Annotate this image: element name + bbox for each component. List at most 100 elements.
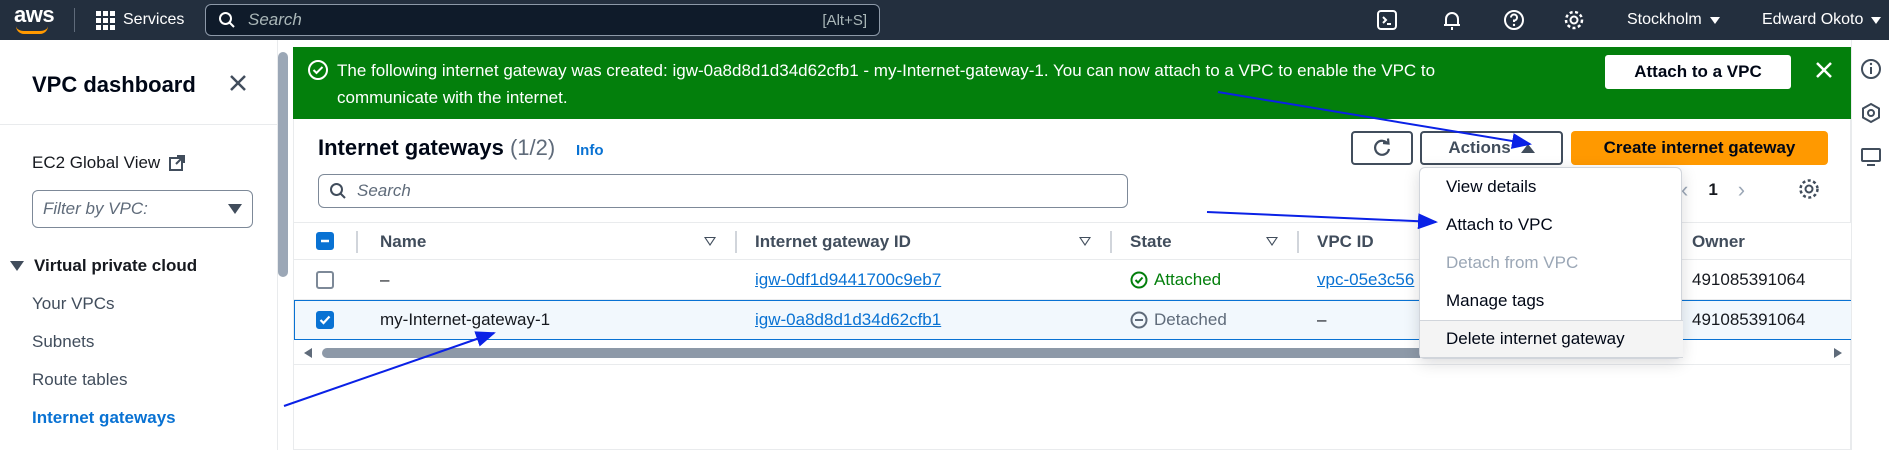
cell-name: – xyxy=(380,270,390,289)
actions-dropdown-button[interactable]: Actions xyxy=(1420,131,1563,165)
success-flash-banner: The following internet gateway was creat… xyxy=(293,47,1851,119)
cell-state: Detached xyxy=(1130,300,1227,340)
settings-gear-icon[interactable] xyxy=(1562,8,1586,32)
table-search-placeholder: Search xyxy=(357,181,411,200)
sidebar: VPC dashboard EC2 Global View Filter by … xyxy=(0,40,278,450)
vpc-filter-select[interactable]: Filter by VPC: xyxy=(32,190,253,228)
column-divider xyxy=(735,231,737,253)
table-search-input[interactable]: Search xyxy=(318,174,1128,208)
close-icon[interactable] xyxy=(225,70,251,96)
divider xyxy=(0,124,278,125)
account-menu[interactable]: Edward Okoto xyxy=(1762,0,1882,40)
info-link[interactable]: Info xyxy=(576,142,604,159)
cloudshell-icon[interactable] xyxy=(1375,8,1399,32)
sidebar-section-virtual-private-cloud[interactable]: Virtual private cloud xyxy=(10,256,197,276)
menu-item-detach-from-vpc: Detach from VPC xyxy=(1446,253,1579,272)
state-label: Detached xyxy=(1154,310,1227,329)
cell-owner: 491085391064 xyxy=(1692,270,1806,289)
user-name: Edward Okoto xyxy=(1762,11,1864,28)
sort-icon[interactable] xyxy=(704,237,716,246)
aws-logo-smile xyxy=(16,26,48,34)
caret-down-icon xyxy=(228,204,242,214)
vpc-id-link[interactable]: vpc-05e3c56 xyxy=(1317,260,1414,300)
select-all-checkbox[interactable] xyxy=(316,232,334,250)
selection-count: (1/2) xyxy=(509,135,556,160)
attach-to-vpc-button[interactable]: Attach to a VPC xyxy=(1605,55,1791,89)
divider xyxy=(74,8,75,32)
column-divider xyxy=(1297,231,1299,253)
chevron-down-icon xyxy=(1709,16,1720,24)
pagination: ‹ 1 › xyxy=(1681,177,1745,203)
gateway-id-link[interactable]: igw-0df1d9441700c9eb7 xyxy=(755,260,941,300)
hexagon-icon[interactable] xyxy=(1860,102,1882,124)
top-navigation-bar: aws Services Search [Alt+S] Stockholm Ed… xyxy=(0,0,1889,40)
sidebar-item-route-tables[interactable]: Route tables xyxy=(32,370,127,390)
chevron-down-icon xyxy=(1871,16,1882,24)
caret-up-icon xyxy=(1520,143,1535,153)
row-checkbox[interactable] xyxy=(316,311,334,329)
sidebar-title[interactable]: VPC dashboard xyxy=(32,72,196,98)
success-check-icon xyxy=(308,60,328,80)
actions-label: Actions xyxy=(1448,138,1511,157)
aws-logo[interactable]: aws xyxy=(14,2,55,28)
cell-vpc-id: – xyxy=(1317,310,1327,329)
global-search-input[interactable]: Search [Alt+S] xyxy=(205,4,880,36)
services-label: Services xyxy=(123,11,185,28)
column-header-state[interactable]: State xyxy=(1130,223,1172,261)
table-preferences-gear-icon[interactable] xyxy=(1797,177,1821,201)
scrollbar-thumb[interactable] xyxy=(322,348,1474,358)
flash-message: The following internet gateway was creat… xyxy=(337,61,1436,107)
refresh-icon xyxy=(1374,138,1391,156)
column-header-name[interactable]: Name xyxy=(380,223,426,261)
column-header-vpc-id[interactable]: VPC ID xyxy=(1317,223,1374,261)
info-panel-icon[interactable] xyxy=(1860,58,1882,80)
help-icon[interactable] xyxy=(1502,8,1526,32)
scroll-left-icon[interactable] xyxy=(302,347,314,359)
actions-dropdown-menu: View details Attach to VPC Detach from V… xyxy=(1419,167,1683,359)
current-page[interactable]: 1 xyxy=(1708,180,1717,200)
page-title-text: Internet gateways xyxy=(318,135,504,160)
menu-item-manage-tags[interactable]: Manage tags xyxy=(1420,282,1683,320)
search-icon xyxy=(219,12,235,28)
dismiss-flash-close-icon[interactable] xyxy=(1811,57,1837,83)
scroll-right-icon[interactable] xyxy=(1832,347,1844,359)
menu-item-delete-internet-gateway[interactable]: Delete internet gateway xyxy=(1420,320,1683,358)
right-utility-rail xyxy=(1851,40,1889,450)
sidebar-scrollbar[interactable] xyxy=(278,52,288,277)
row-checkbox[interactable] xyxy=(316,271,334,289)
column-divider xyxy=(1110,231,1112,253)
search-placeholder: Search xyxy=(248,10,302,29)
sidebar-item-subnets[interactable]: Subnets xyxy=(32,332,94,352)
vpc-filter-placeholder: Filter by VPC: xyxy=(43,199,148,218)
menu-item-attach-to-vpc[interactable]: Attach to VPC xyxy=(1420,206,1683,244)
monitor-icon[interactable] xyxy=(1860,146,1882,168)
attached-check-circle-icon xyxy=(1130,271,1148,289)
column-header-internet-gateway-id[interactable]: Internet gateway ID xyxy=(755,223,911,261)
sidebar-section-label: Virtual private cloud xyxy=(34,256,198,275)
column-header-owner[interactable]: Owner xyxy=(1692,223,1745,261)
sidebar-item-your-vpcs[interactable]: Your VPCs xyxy=(32,294,115,314)
sidebar-item-internet-gateways[interactable]: Internet gateways xyxy=(32,408,176,428)
column-divider xyxy=(356,231,358,253)
refresh-button[interactable] xyxy=(1351,131,1413,165)
sidebar-item-label: EC2 Global View xyxy=(32,153,161,172)
state-label: Attached xyxy=(1154,270,1222,289)
region-selector[interactable]: Stockholm xyxy=(1627,0,1720,40)
notifications-bell-icon[interactable] xyxy=(1440,8,1464,32)
chevron-right-icon[interactable]: › xyxy=(1738,177,1745,203)
create-internet-gateway-button[interactable]: Create internet gateway xyxy=(1571,131,1828,165)
gateway-id-link[interactable]: igw-0a8d8d1d34d62cfb1 xyxy=(755,300,941,340)
search-icon xyxy=(330,183,346,199)
page-title: Internet gateways (1/2) xyxy=(318,135,555,161)
divider xyxy=(294,364,1852,365)
external-link-icon xyxy=(169,155,186,171)
services-menu-button[interactable]: Services xyxy=(96,0,184,40)
menu-item-view-details[interactable]: View details xyxy=(1420,168,1683,206)
sidebar-item-ec2-global-view[interactable]: EC2 Global View xyxy=(32,153,186,173)
sort-icon[interactable] xyxy=(1079,237,1091,246)
cell-name: my-Internet-gateway-1 xyxy=(380,310,551,329)
search-shortcut: [Alt+S] xyxy=(822,11,867,29)
sort-icon[interactable] xyxy=(1266,237,1278,246)
region-label: Stockholm xyxy=(1627,11,1702,28)
grid-icon xyxy=(96,10,115,30)
